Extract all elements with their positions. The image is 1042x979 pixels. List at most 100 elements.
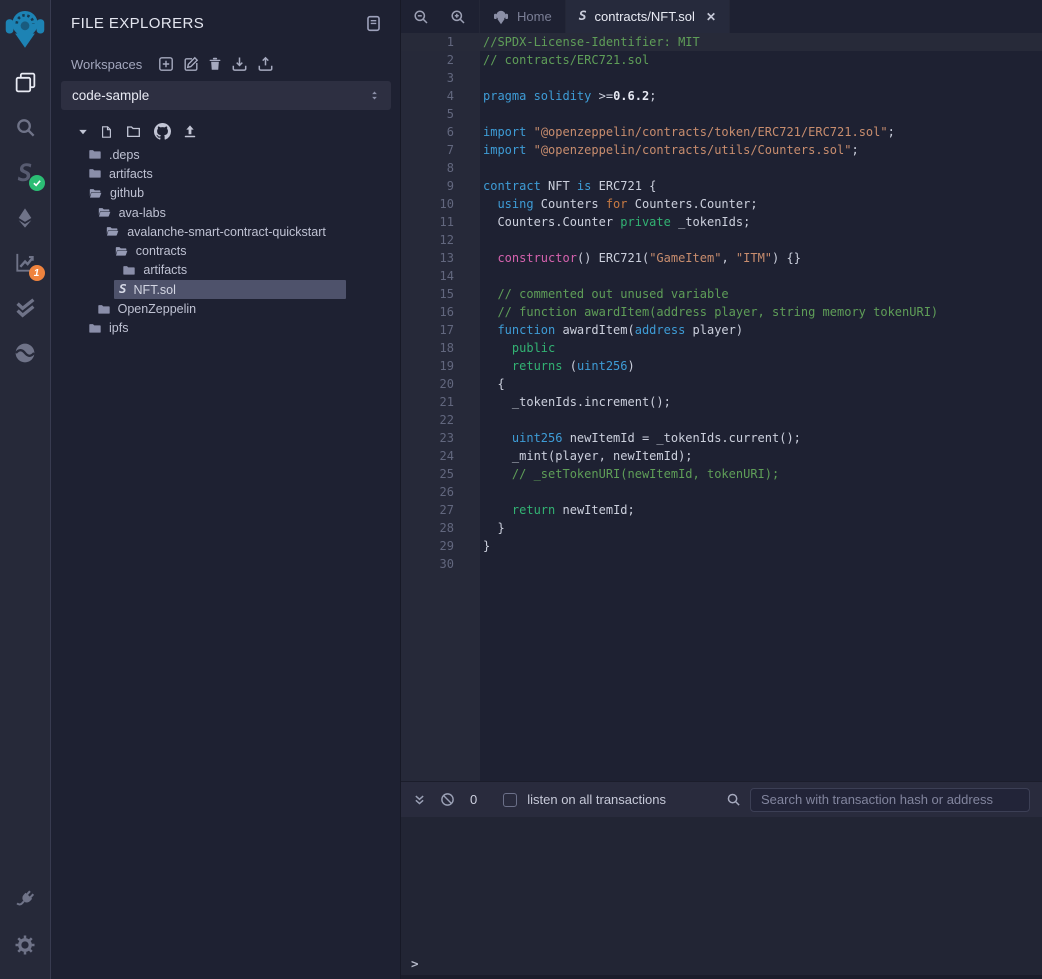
search-icon[interactable] (0, 105, 51, 150)
unit-testing-icon[interactable] (0, 285, 51, 330)
line-number: 3 (401, 69, 454, 87)
line-number: 27 (401, 501, 454, 519)
line-number: 13 (401, 249, 454, 267)
code-line[interactable]: 20 { (401, 375, 1042, 393)
rename-workspace-icon[interactable] (183, 56, 199, 72)
new-file-icon[interactable] (100, 124, 113, 140)
new-folder-icon[interactable] (125, 124, 142, 139)
code-line[interactable]: 1//SPDX-License-Identifier: MIT (401, 33, 1042, 51)
code-line[interactable]: 13 constructor() ERC721("GameItem", "ITM… (401, 249, 1042, 267)
code-line[interactable]: 25 // _setTokenURI(newItemId, tokenURI); (401, 465, 1042, 483)
terminal-output[interactable]: > (401, 817, 1042, 979)
code-line[interactable]: 15 // commented out unused variable (401, 285, 1042, 303)
code-line[interactable]: 28 } (401, 519, 1042, 537)
plugin-manager-icon[interactable] (0, 877, 51, 922)
clear-console-icon[interactable] (440, 792, 455, 807)
line-content: using Counters for Counters.Counter; (454, 195, 1042, 213)
workspace-actions (158, 56, 274, 72)
file-explorers-icon[interactable] (0, 60, 51, 105)
code-line[interactable]: 4pragma solidity >=0.6.2; (401, 87, 1042, 105)
code-line[interactable]: 14 (401, 267, 1042, 285)
listen-transactions-checkbox[interactable] (503, 793, 517, 807)
sourcify-icon[interactable] (0, 330, 51, 375)
remix-logo-graphic (5, 6, 45, 50)
line-content: Counters.Counter private _tokenIds; (454, 213, 1042, 231)
sidebar-nav: S1 (0, 60, 51, 375)
tree-item-label: .deps (109, 148, 140, 162)
tree-item-artifacts[interactable]: artifacts (52, 164, 400, 183)
line-content: function awardItem(address player) (454, 321, 1042, 339)
tab-nft-sol[interactable]: S contracts/NFT.sol ✕ (566, 0, 730, 33)
code-line[interactable]: 21 _tokenIds.increment(); (401, 393, 1042, 411)
tree-item-openzeppelin[interactable]: OpenZeppelin (52, 299, 400, 318)
terminal-search-input[interactable] (750, 788, 1030, 812)
code-line[interactable]: 26 (401, 483, 1042, 501)
expand-terminal-icon[interactable] (413, 793, 426, 807)
line-content: _tokenIds.increment(); (454, 393, 1042, 411)
line-content: // function awardItem(address player, st… (454, 303, 1042, 321)
publish-to-gist-icon[interactable] (183, 124, 197, 139)
download-workspaces-icon[interactable] (231, 56, 248, 72)
tree-item-artifacts[interactable]: artifacts (52, 261, 400, 280)
settings-icon[interactable] (0, 922, 51, 967)
tree-item-contracts[interactable]: contracts (52, 241, 400, 260)
delete-workspace-icon[interactable] (208, 56, 222, 72)
code-line[interactable]: 6import "@openzeppelin/contracts/token/E… (401, 123, 1042, 141)
code-line[interactable]: 8 (401, 159, 1042, 177)
selected-file-highlight: SNFT.sol (114, 280, 346, 299)
line-content (454, 69, 1042, 87)
line-number: 24 (401, 447, 454, 465)
code-line[interactable]: 5 (401, 105, 1042, 123)
code-line[interactable]: 3 (401, 69, 1042, 87)
zoom-out-icon[interactable] (413, 9, 429, 25)
code-line[interactable]: 23 uint256 newItemId = _tokenIds.current… (401, 429, 1042, 447)
folder-icon (88, 148, 102, 161)
code-line[interactable]: 19 returns (uint256) (401, 357, 1042, 375)
tree-item-avalanche-smart-contract-quickstart[interactable]: avalanche-smart-contract-quickstart (52, 222, 400, 241)
restore-workspaces-icon[interactable] (257, 56, 274, 72)
line-number: 14 (401, 267, 454, 285)
close-tab-icon[interactable]: ✕ (706, 10, 716, 24)
line-content: uint256 newItemId = _tokenIds.current(); (454, 429, 1042, 447)
clone-github-icon[interactable] (154, 123, 171, 140)
code-line[interactable]: 2// contracts/ERC721.sol (401, 51, 1042, 69)
code-line[interactable]: 29} (401, 537, 1042, 555)
code-line[interactable]: 11 Counters.Counter private _tokenIds; (401, 213, 1042, 231)
code-line[interactable]: 9contract NFT is ERC721 { (401, 177, 1042, 195)
code-line[interactable]: 12 (401, 231, 1042, 249)
tree-item--deps[interactable]: .deps (52, 145, 400, 164)
tree-item-nft-sol[interactable]: SNFT.sol (52, 280, 400, 299)
solidity-compiler-icon[interactable]: S (0, 150, 51, 195)
code-line[interactable]: 30 (401, 555, 1042, 573)
static-analysis-icon[interactable]: 1 (0, 240, 51, 285)
code-line[interactable]: 7import "@openzeppelin/contracts/utils/C… (401, 141, 1042, 159)
tab-home[interactable]: Home (479, 0, 566, 33)
tree-item-label: github (110, 186, 144, 200)
collapse-caret-icon[interactable] (78, 127, 88, 137)
zoom-in-icon[interactable] (450, 9, 466, 25)
terminal-search-icon[interactable] (726, 792, 741, 807)
remix-logo-icon[interactable] (0, 6, 51, 50)
tree-item-label: ipfs (109, 321, 128, 335)
code-line[interactable]: 16 // function awardItem(address player,… (401, 303, 1042, 321)
line-content (454, 105, 1042, 123)
code-line[interactable]: 17 function awardItem(address player) (401, 321, 1042, 339)
code-line[interactable]: 22 (401, 411, 1042, 429)
add-workspace-icon[interactable] (158, 56, 174, 72)
line-content (454, 159, 1042, 177)
code-editor[interactable]: 1//SPDX-License-Identifier: MIT2// contr… (401, 33, 1042, 781)
tree-item-ipfs[interactable]: ipfs (52, 319, 400, 338)
line-number: 16 (401, 303, 454, 321)
workspace-select[interactable]: code-sample (61, 81, 391, 110)
code-line[interactable]: 18 public (401, 339, 1042, 357)
code-line[interactable]: 24 _mint(player, newItemId); (401, 447, 1042, 465)
terminal-panel: 0 listen on all transactions > (401, 781, 1042, 979)
line-number: 22 (401, 411, 454, 429)
line-number: 6 (401, 123, 454, 141)
deploy-and-run-icon[interactable] (0, 195, 51, 240)
tree-item-github[interactable]: github (52, 184, 400, 203)
tree-item-ava-labs[interactable]: ava-labs (52, 203, 400, 222)
workspace-info-icon[interactable] (365, 15, 382, 32)
code-line[interactable]: 27 return newItemId; (401, 501, 1042, 519)
code-line[interactable]: 10 using Counters for Counters.Counter; (401, 195, 1042, 213)
